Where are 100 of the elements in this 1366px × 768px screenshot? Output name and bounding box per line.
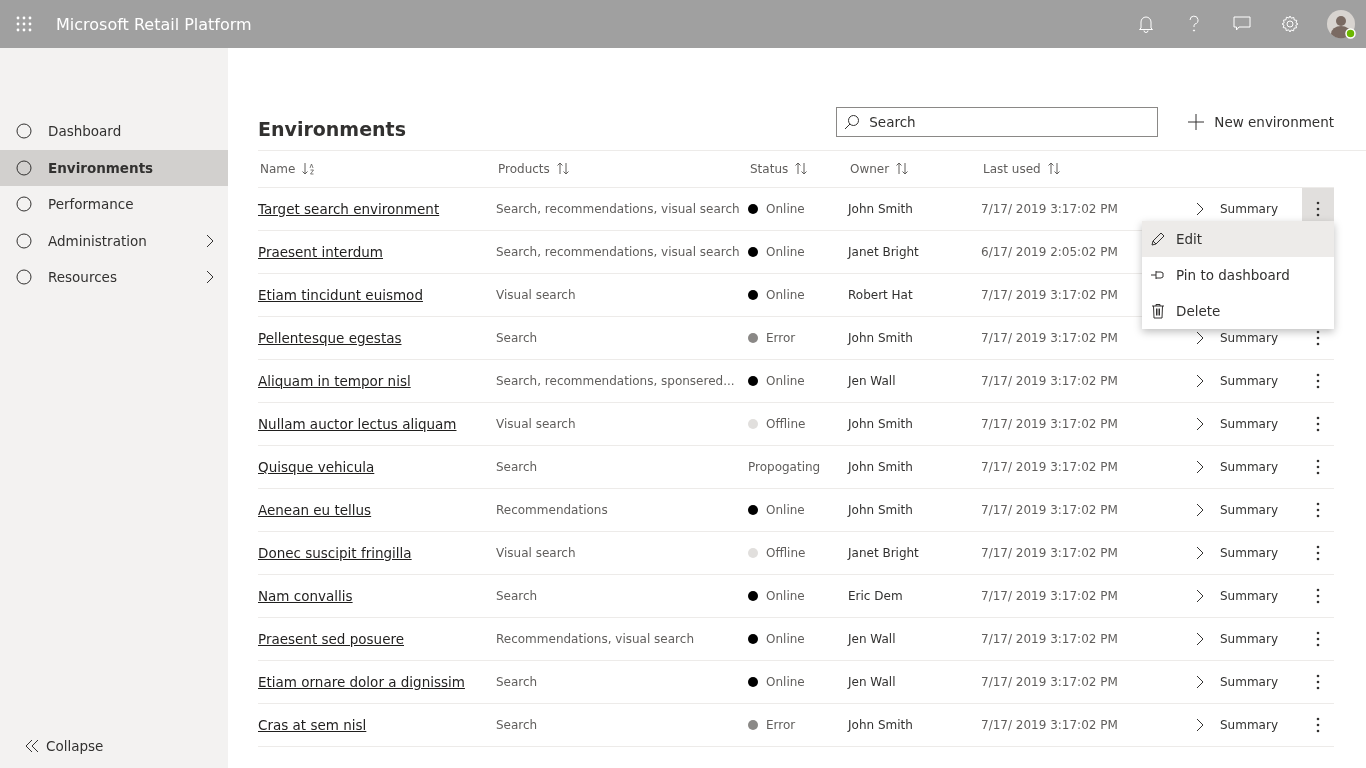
environment-link[interactable]: Nam convallis: [258, 588, 353, 604]
summary-link[interactable]: Summary: [1190, 545, 1302, 561]
more-icon: [1316, 674, 1320, 690]
owner-cell-text: John Smith: [848, 503, 914, 517]
new-environment-button[interactable]: New environment: [1188, 114, 1334, 130]
products-cell-text: Search: [496, 675, 539, 689]
products-cell-text: Search: [496, 331, 539, 345]
products-cell-text: Recommendations: [496, 503, 609, 517]
plus-icon: [1188, 114, 1205, 130]
products-cell-text: Search, recommendations, sponsered...: [496, 374, 736, 388]
more-icon: [1316, 717, 1320, 733]
more-icon: [1316, 330, 1320, 346]
status-text: Error: [766, 331, 796, 345]
summary-link[interactable]: Summary: [1190, 201, 1302, 217]
last-used-cell-text: 6/17/ 2019 2:05:02 PM: [981, 245, 1119, 259]
more-icon: [1316, 631, 1320, 647]
sort-icon: [555, 161, 570, 177]
owner-cell-text: Jen Wall: [848, 374, 897, 388]
column-header[interactable]: Owner: [850, 162, 890, 176]
environment-link[interactable]: Quisque vehicula: [258, 459, 375, 475]
owner-cell-text: Janet Bright: [848, 546, 920, 560]
summary-link[interactable]: Summary: [1190, 717, 1302, 733]
environment-link[interactable]: Aliquam in tempor nisl: [258, 373, 411, 389]
menu-item[interactable]: Edit: [1142, 221, 1334, 257]
trash-icon: [1150, 303, 1166, 319]
status-text: Offline: [766, 417, 806, 431]
last-used-cell-text: 7/17/ 2019 3:17:02 PM: [981, 460, 1119, 474]
nav-item[interactable]: Performance: [0, 186, 228, 223]
last-used-cell-text: 7/17/ 2019 3:17:02 PM: [981, 589, 1119, 603]
products-cell-text: Visual search: [496, 417, 577, 431]
owner-cell-text: Jen Wall: [848, 675, 897, 689]
summary-link[interactable]: Summary: [1190, 330, 1302, 346]
products-cell-text: Search, recommendations, visual search: [496, 245, 741, 259]
sort-icon: [794, 161, 809, 177]
environment-link[interactable]: Etiam tincidunt euismod: [258, 287, 423, 303]
nav-item[interactable]: Dashboard: [0, 113, 228, 150]
last-used-cell-text: 7/17/ 2019 3:17:02 PM: [981, 374, 1119, 388]
column-header[interactable]: Status: [750, 162, 789, 176]
nav-item[interactable]: Administration: [0, 222, 228, 259]
status-text: Online: [766, 589, 805, 603]
status-text: Online: [766, 202, 805, 216]
last-used-cell-text: 7/17/ 2019 3:17:02 PM: [981, 546, 1119, 560]
page-title: Environments: [258, 118, 407, 140]
environment-link[interactable]: Nullam auctor lectus aliquam: [258, 416, 457, 432]
last-used-cell-text: 7/17/ 2019 3:17:02 PM: [981, 202, 1119, 216]
summary-link[interactable]: Summary: [1190, 373, 1302, 389]
menu-item[interactable]: Pin to dashboard: [1142, 257, 1334, 293]
search-icon: [844, 114, 861, 130]
owner-cell-text: John Smith: [848, 417, 914, 431]
nav-item[interactable]: Environments: [0, 149, 228, 186]
app-title: Microsoft Retail Platform: [56, 14, 253, 34]
environment-link[interactable]: Pellentesque egestas: [258, 330, 402, 346]
environment-link[interactable]: Target search environment: [258, 201, 440, 217]
owner-cell-text: John Smith: [848, 460, 914, 474]
sort-icon: [301, 161, 316, 177]
summary-link[interactable]: Summary: [1190, 416, 1302, 432]
environment-link[interactable]: Cras at sem nisl: [258, 717, 367, 733]
more-icon: [1316, 459, 1320, 475]
summary-link[interactable]: Summary: [1190, 459, 1302, 475]
column-header[interactable]: Name: [260, 162, 296, 176]
products-cell-text: Recommendations, visual search: [496, 632, 695, 646]
more-icon: [1316, 545, 1320, 561]
summary-link[interactable]: Summary: [1190, 588, 1302, 604]
owner-cell-text: Robert Hat: [848, 288, 914, 302]
status-text: Online: [766, 503, 805, 517]
products-cell-text: Search: [496, 589, 539, 603]
circle-icon: [16, 269, 32, 286]
products-cell-text: Visual search: [496, 546, 577, 560]
avatar-icon[interactable]: [1326, 9, 1356, 39]
owner-cell-text: John Smith: [848, 202, 914, 216]
summary-link[interactable]: Summary: [1190, 631, 1302, 647]
search-field[interactable]: Search: [836, 107, 1159, 137]
owner-cell-text: Jen Wall: [848, 632, 897, 646]
collapse-button[interactable]: Collapse: [0, 732, 228, 768]
status-text: Online: [766, 374, 805, 388]
status-text: Online: [766, 675, 805, 689]
environment-link[interactable]: Praesent interdum: [258, 244, 383, 260]
circle-icon: [16, 159, 32, 176]
nav-item[interactable]: Resources: [0, 259, 228, 296]
last-used-cell-text: 7/17/ 2019 3:17:02 PM: [981, 288, 1119, 302]
status-text: Propogating: [748, 460, 821, 474]
column-header[interactable]: Last used: [983, 162, 1041, 176]
summary-link[interactable]: Summary: [1190, 502, 1302, 518]
environment-link[interactable]: Praesent sed posuere: [258, 631, 404, 647]
products-cell-text: Search, recommendations, visual search: [496, 202, 741, 216]
summary-link[interactable]: Summary: [1190, 674, 1302, 690]
owner-cell-text: John Smith: [848, 718, 914, 732]
owner-cell-text: Eric Dem: [848, 589, 904, 603]
status-text: Online: [766, 288, 805, 302]
status-text: Online: [766, 245, 805, 259]
environment-link[interactable]: Etiam ornare dolor a dignissim: [258, 674, 465, 690]
status-text: Online: [766, 632, 805, 646]
menu-item[interactable]: Delete: [1142, 293, 1334, 329]
owner-cell-text: Janet Bright: [848, 245, 920, 259]
circle-icon: [16, 123, 32, 140]
environment-link[interactable]: Aenean eu tellus: [258, 502, 372, 518]
more-icon: [1316, 502, 1320, 518]
environment-link[interactable]: Donec suscipit fringilla: [258, 545, 412, 561]
products-cell-text: Search: [496, 460, 539, 474]
column-header[interactable]: Products: [498, 162, 550, 176]
